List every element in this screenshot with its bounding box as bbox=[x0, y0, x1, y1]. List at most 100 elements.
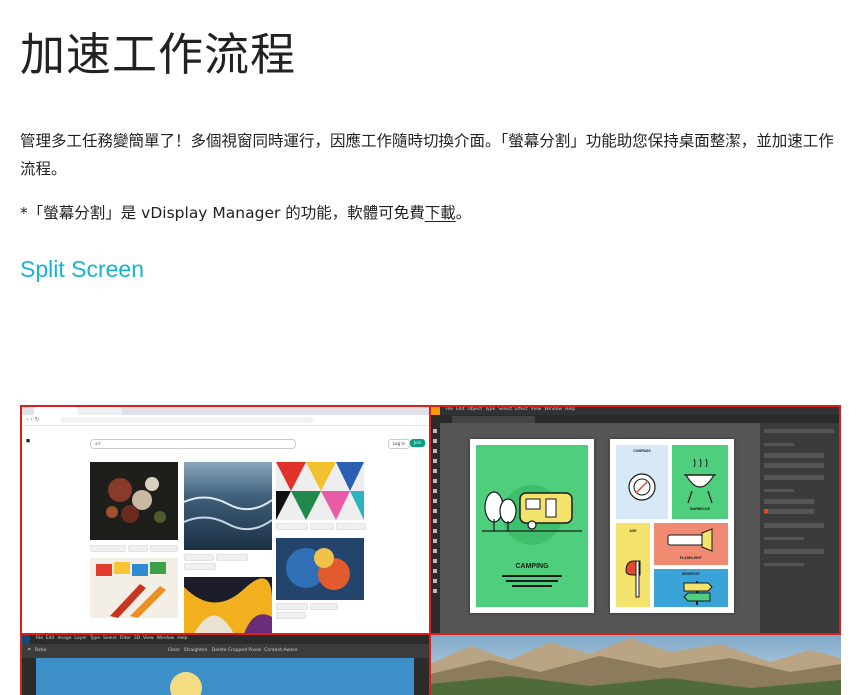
photoshop-canvas[interactable] bbox=[36, 658, 414, 695]
abstract-painting bbox=[184, 578, 273, 634]
browser-tab bbox=[78, 407, 122, 415]
icons-artboard: COMPASS BARBECUE AXE FLASHLIGHT SIGNPOST bbox=[610, 439, 734, 613]
clear-button[interactable]: Clear bbox=[168, 648, 180, 653]
filter-bar bbox=[20, 451, 430, 459]
tile-label: FLASHLIGHT bbox=[679, 556, 703, 560]
flowers-painting bbox=[106, 477, 166, 523]
site-search-input[interactable]: art bbox=[90, 439, 296, 449]
tag-chip[interactable] bbox=[128, 545, 148, 552]
split-border-right bbox=[839, 405, 841, 634]
ocean-waves bbox=[183, 496, 273, 531]
options-bar: ⌗ Ratio Clear Straighten Delete Cropped … bbox=[20, 644, 430, 658]
delete-cropped-pixels-checkbox[interactable]: Delete Cropped Pixels bbox=[212, 648, 261, 653]
ps-menu-help[interactable]: Help bbox=[177, 636, 187, 641]
blue-painting bbox=[286, 548, 350, 590]
ai-menu-window[interactable]: Window bbox=[544, 407, 562, 412]
document-tab[interactable] bbox=[452, 416, 535, 423]
photoshop-tools bbox=[20, 658, 36, 695]
browser-url bbox=[60, 417, 314, 423]
paint-brushes-thumbnail[interactable] bbox=[90, 558, 178, 618]
compass-icon bbox=[628, 473, 656, 501]
tile-label: AXE bbox=[629, 529, 637, 533]
split-screen-illustration: ‹ › ↻ ◼ art Log in Join File Edit Object… bbox=[20, 405, 841, 695]
tile-label: COMPASS bbox=[633, 449, 651, 453]
ps-menu-image[interactable]: Image bbox=[57, 636, 71, 641]
tool-icons bbox=[433, 429, 437, 593]
ai-menu-type[interactable]: Type bbox=[485, 407, 495, 412]
site-logo: ◼ bbox=[26, 438, 31, 444]
crop-tool-icon[interactable]: ⌗ bbox=[28, 648, 31, 653]
tag-chip[interactable] bbox=[276, 523, 308, 530]
tag-chip[interactable] bbox=[276, 603, 308, 610]
ai-menu-select[interactable]: Select bbox=[498, 407, 512, 412]
barbecue-tile: BARBECUE bbox=[672, 445, 728, 519]
ps-menu-file[interactable]: File bbox=[35, 636, 43, 641]
sun-image bbox=[170, 672, 202, 695]
footnote-text: *「螢幕分割」是 vDisplay Manager 的功能，軟體可免費 bbox=[20, 204, 425, 222]
properties-controls bbox=[764, 429, 834, 566]
camping-artboard: CAMPING bbox=[470, 439, 594, 613]
tag-chip[interactable] bbox=[276, 612, 306, 619]
ratio-select[interactable]: Ratio bbox=[35, 648, 47, 653]
ps-menu-window[interactable]: Window bbox=[157, 636, 175, 641]
ai-menu-effect[interactable]: Effect bbox=[515, 407, 528, 412]
tag-chip[interactable] bbox=[90, 545, 126, 552]
mountain-photo bbox=[430, 634, 841, 695]
browser-tab bbox=[34, 407, 78, 415]
join-button[interactable]: Join bbox=[410, 439, 426, 447]
ai-menu-object[interactable]: Object bbox=[467, 407, 482, 412]
login-button[interactable]: Log in bbox=[388, 439, 411, 449]
ai-menu-help[interactable]: Help bbox=[565, 407, 575, 412]
ps-menu-select[interactable]: Select bbox=[103, 636, 117, 641]
tools-panel bbox=[430, 423, 440, 634]
blue-painting-thumbnail[interactable] bbox=[276, 538, 364, 600]
axe-icon bbox=[625, 560, 641, 598]
tag-chip[interactable] bbox=[310, 603, 338, 610]
geometric-art-thumbnail[interactable] bbox=[276, 462, 364, 520]
photo-viewer-pane bbox=[430, 634, 841, 695]
straighten-button[interactable]: Straighten bbox=[184, 648, 208, 653]
page: 加速工作流程 管理多工任務變簡單了！多個視窗同時運行，因應工作隨時切換介面。「螢… bbox=[0, 0, 860, 695]
ps-menu-layer[interactable]: Layer bbox=[74, 636, 87, 641]
painting-thumbnail[interactable] bbox=[90, 462, 178, 540]
ocean-painting-thumbnail[interactable] bbox=[183, 462, 273, 550]
browser-address-bar: ‹ › ↻ bbox=[20, 415, 430, 426]
tile-label: BARBECUE bbox=[690, 507, 710, 511]
paint-brushes bbox=[96, 562, 166, 618]
flashlight-tile: FLASHLIGHT bbox=[654, 523, 728, 565]
camping-poster: CAMPING bbox=[476, 445, 588, 607]
page-title: 加速工作流程 bbox=[20, 28, 297, 81]
geometric-art bbox=[276, 462, 364, 520]
illustrator-canvas[interactable]: CAMPING COMPASS BARBECUE AXE FLASHLIGHT … bbox=[440, 423, 760, 634]
tag-chip[interactable] bbox=[150, 545, 178, 552]
back-icon: ‹ › ↻ bbox=[26, 416, 40, 423]
tag-chip[interactable] bbox=[310, 523, 334, 530]
tag-chip[interactable] bbox=[184, 563, 216, 570]
footnote: *「螢幕分割」是 vDisplay Manager 的功能，軟體可免費下載。 bbox=[20, 199, 471, 227]
ps-menu-edit[interactable]: Edit bbox=[46, 636, 55, 641]
ai-menu-edit[interactable]: Edit bbox=[456, 407, 465, 412]
camper-trailer-illustration bbox=[482, 485, 582, 587]
split-divider-vertical[interactable] bbox=[429, 405, 431, 695]
ai-menu-file[interactable]: File bbox=[445, 407, 453, 412]
tag-chip[interactable] bbox=[184, 554, 214, 561]
split-divider-horizontal[interactable] bbox=[20, 633, 841, 635]
compass-tile: COMPASS bbox=[616, 445, 668, 519]
tag-chip[interactable] bbox=[336, 523, 366, 530]
bookmarks-bar bbox=[20, 426, 430, 439]
ps-menu-type[interactable]: Type bbox=[90, 636, 100, 641]
ps-menu-view[interactable]: View bbox=[143, 636, 154, 641]
site-header: ◼ art Log in Join bbox=[20, 435, 430, 452]
intro-paragraph: 管理多工任務變簡單了！多個視窗同時運行，因應工作隨時切換介面。「螢幕分割」功能助… bbox=[20, 132, 834, 178]
photoshop-panel bbox=[414, 658, 430, 695]
abstract-painting-thumbnail[interactable] bbox=[184, 577, 273, 634]
footnote-end: 。 bbox=[455, 204, 472, 222]
content-aware-checkbox[interactable]: Content-Aware bbox=[264, 648, 297, 653]
ai-menu-view[interactable]: View bbox=[531, 407, 542, 412]
ps-menu-3d[interactable]: 3D bbox=[134, 636, 140, 641]
ps-menu-filter[interactable]: Filter bbox=[120, 636, 131, 641]
download-link[interactable]: 下載 bbox=[425, 204, 456, 222]
tag-chip[interactable] bbox=[216, 554, 248, 561]
split-border-left bbox=[20, 405, 22, 695]
illustrator-pane: File Edit Object Type Select Effect View… bbox=[430, 405, 841, 634]
